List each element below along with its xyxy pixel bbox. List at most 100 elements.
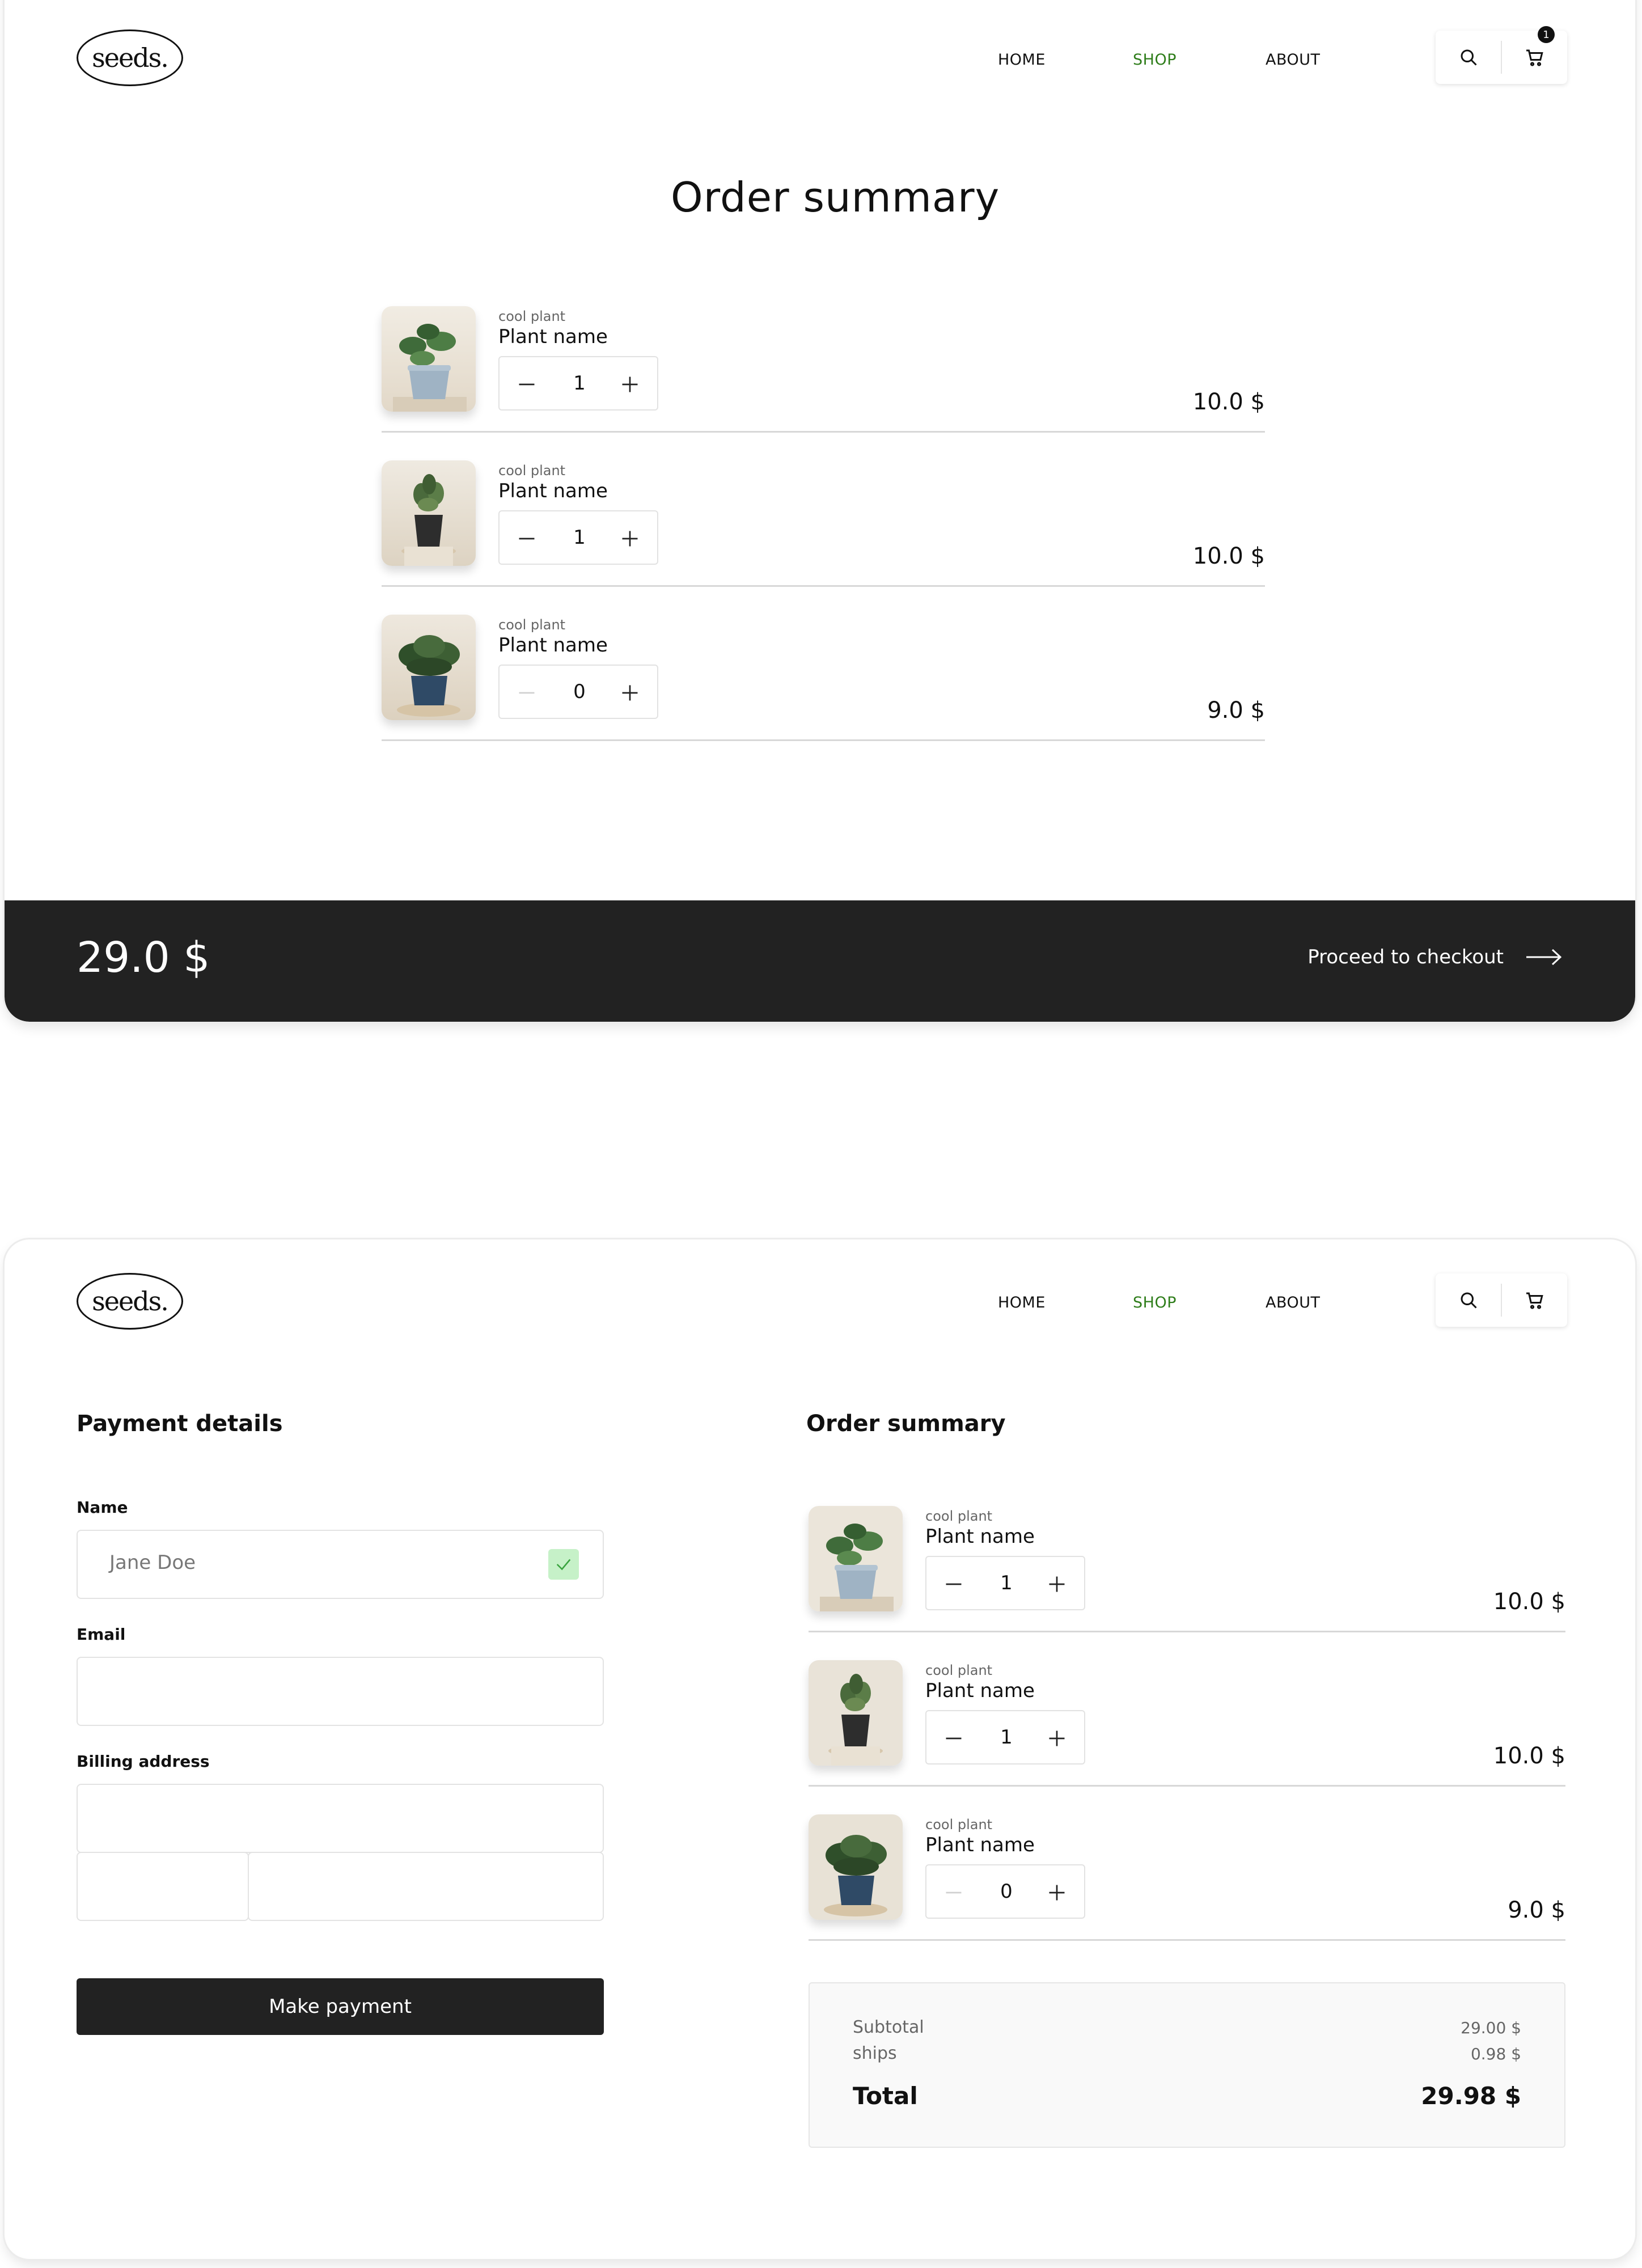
- plus-icon: [622, 685, 638, 701]
- proceed-to-checkout-button[interactable]: Proceed to checkout: [1307, 946, 1563, 968]
- quantity-value: 1: [573, 372, 586, 395]
- decrease-button[interactable]: [939, 1569, 968, 1599]
- item-divider: [382, 431, 1265, 433]
- item-category: cool plant: [925, 1508, 993, 1524]
- increase-button[interactable]: [615, 678, 645, 708]
- increase-button[interactable]: [1042, 1569, 1072, 1599]
- cart-button[interactable]: 1: [1502, 26, 1567, 84]
- increase-button[interactable]: [1042, 1878, 1072, 1907]
- summary-item: cool plant Plant name 0 9.0 $: [809, 1814, 1565, 1945]
- quantity-value: 1: [573, 526, 586, 549]
- item-name: Plant name: [925, 1525, 1035, 1548]
- nav-about[interactable]: ABOUT: [1266, 1294, 1321, 1311]
- name-field[interactable]: Jane Doe: [77, 1530, 604, 1599]
- header-actions: 1: [1436, 26, 1567, 84]
- search-icon: [1461, 1292, 1477, 1309]
- subtotal-value: 29.00 $: [1461, 2019, 1521, 2037]
- plus-icon: [1049, 1885, 1065, 1901]
- increase-button[interactable]: [1042, 1724, 1072, 1753]
- item-name: Plant name: [498, 325, 608, 348]
- total-label: Total: [853, 2082, 918, 2110]
- item-price: 10.0 $: [1493, 1743, 1565, 1769]
- plant-photo: [382, 306, 476, 412]
- item-category: cool plant: [498, 463, 566, 479]
- minus-icon: [519, 538, 535, 540]
- nav-home[interactable]: HOME: [998, 51, 1046, 69]
- payment-details-title: Payment details: [77, 1411, 283, 1437]
- make-payment-button[interactable]: Make payment: [77, 1978, 604, 2035]
- billing-zip-field[interactable]: [77, 1852, 249, 1921]
- seeds-logo[interactable]: seeds.: [77, 29, 183, 86]
- logo-text: seeds.: [92, 43, 169, 73]
- nav-shop[interactable]: SHOP: [1133, 1294, 1177, 1311]
- plant-photo: [382, 615, 476, 720]
- decrease-button[interactable]: [512, 678, 541, 708]
- quantity-value: 0: [573, 680, 586, 703]
- cart-total: 29.0 $: [77, 933, 210, 982]
- item-category: cool plant: [925, 1817, 993, 1833]
- plus-icon: [1049, 1576, 1065, 1592]
- item-name: Plant name: [498, 634, 608, 657]
- cart-item: cool plant Plant name 1 10.0 $: [382, 460, 1265, 591]
- cart-screen: seeds. HOME SHOP ABOUT 1 Order summary c…: [5, 0, 1635, 1022]
- nav-shop[interactable]: SHOP: [1133, 51, 1177, 69]
- cart-count-badge: 1: [1538, 26, 1555, 43]
- quantity-value: 1: [1000, 1726, 1013, 1749]
- item-price: 9.0 $: [1508, 1897, 1565, 1923]
- decrease-button[interactable]: [939, 1878, 968, 1907]
- quantity-stepper: 1: [925, 1710, 1085, 1765]
- email-field[interactable]: [77, 1657, 604, 1726]
- search-button[interactable]: [1436, 31, 1501, 84]
- item-price: 10.0 $: [1192, 389, 1265, 415]
- quantity-value: 0: [1000, 1880, 1013, 1903]
- item-name: Plant name: [925, 1834, 1035, 1856]
- make-payment-label: Make payment: [269, 1995, 412, 2018]
- minus-icon: [519, 383, 535, 386]
- quantity-stepper: 1: [925, 1556, 1085, 1610]
- subtotal-label: Subtotal: [853, 2017, 924, 2037]
- decrease-button[interactable]: [512, 524, 541, 553]
- decrease-button[interactable]: [939, 1724, 968, 1753]
- quantity-stepper: 1: [498, 356, 658, 411]
- arrow-right-icon: [1526, 949, 1562, 966]
- nav-home[interactable]: HOME: [998, 1294, 1046, 1311]
- item-divider: [809, 1785, 1565, 1787]
- total-value: 29.98 $: [1421, 2082, 1521, 2110]
- billing-city-field[interactable]: [248, 1852, 604, 1921]
- cart-button[interactable]: [1502, 1273, 1567, 1327]
- plant-photo: [809, 1506, 903, 1611]
- payment-screen: seeds. HOME SHOP ABOUT Payment details N…: [5, 1239, 1635, 2259]
- cart-item: cool plant Plant name 0 9.0 $: [382, 615, 1265, 745]
- item-name: Plant name: [498, 480, 608, 502]
- plus-icon: [622, 376, 638, 392]
- shipping-value: 0.98 $: [1470, 2045, 1521, 2063]
- item-category: cool plant: [925, 1662, 993, 1678]
- billing-address-label: Billing address: [77, 1752, 210, 1771]
- plant-photo: [809, 1814, 903, 1920]
- increase-button[interactable]: [615, 524, 645, 553]
- nav-about[interactable]: ABOUT: [1266, 51, 1321, 69]
- cart-icon: [1526, 49, 1543, 66]
- seeds-logo[interactable]: seeds.: [77, 1273, 183, 1330]
- plant-photo: [382, 460, 476, 566]
- minus-icon: [946, 1737, 962, 1740]
- decrease-button[interactable]: [512, 370, 541, 399]
- plus-icon: [622, 531, 638, 547]
- cart-icon: [1526, 1292, 1543, 1309]
- summary-item: cool plant Plant name 1 10.0 $: [809, 1506, 1565, 1636]
- email-label: Email: [77, 1625, 126, 1644]
- quantity-stepper: 1: [498, 510, 658, 565]
- plus-icon: [1049, 1730, 1065, 1746]
- minus-icon: [946, 1892, 962, 1894]
- increase-button[interactable]: [615, 370, 645, 399]
- quantity-stepper: 0: [498, 665, 658, 719]
- search-button[interactable]: [1436, 1273, 1501, 1327]
- order-totals: Subtotal 29.00 $ ships 0.98 $ Total 29.9…: [809, 1982, 1565, 2148]
- checkout-bar: 29.0 $ Proceed to checkout: [5, 900, 1635, 1022]
- minus-icon: [946, 1583, 962, 1585]
- item-name: Plant name: [925, 1679, 1035, 1702]
- name-label: Name: [77, 1498, 128, 1517]
- billing-address-field[interactable]: [77, 1784, 604, 1853]
- name-value: Jane Doe: [109, 1551, 196, 1574]
- order-summary-title: Order summary: [806, 1411, 1006, 1437]
